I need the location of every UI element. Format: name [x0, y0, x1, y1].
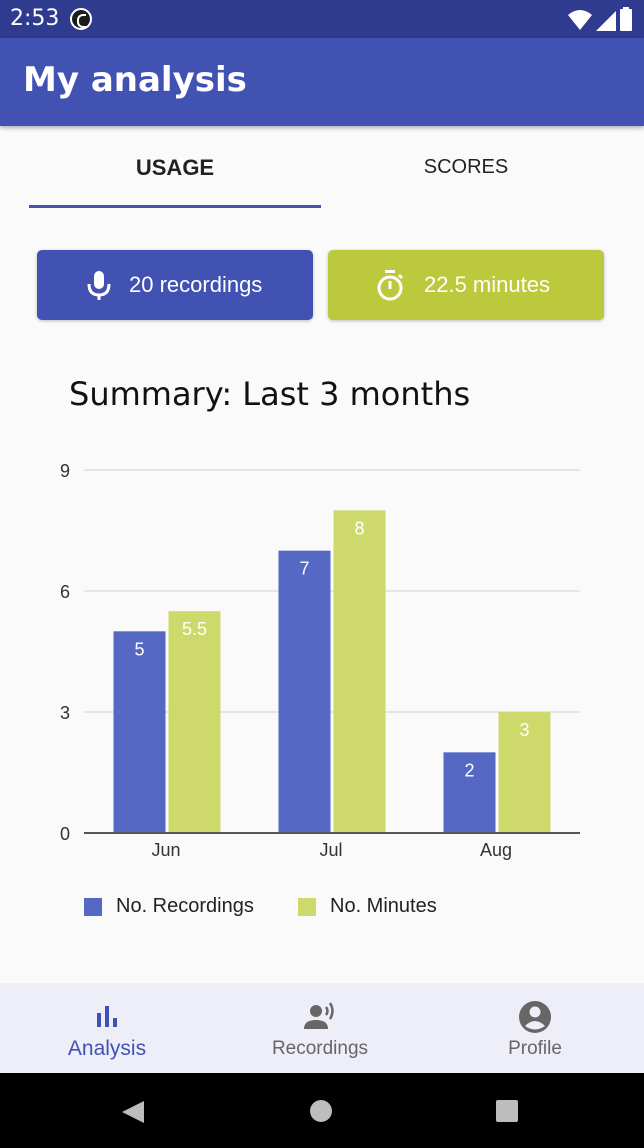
- bar-recordings: [113, 631, 166, 833]
- recordings-count-button[interactable]: 20 recordings: [37, 250, 313, 320]
- page-title: My analysis: [23, 60, 247, 100]
- legend-item-minutes: No. Minutes: [298, 895, 437, 918]
- legend-swatch-minutes: [298, 897, 316, 916]
- nav-item-analysis[interactable]: Analysis: [0, 983, 214, 1073]
- tab-scores[interactable]: SCORES: [320, 156, 612, 179]
- wifi-icon: [568, 10, 592, 30]
- nav-label-analysis: Analysis: [67, 1037, 147, 1060]
- legend-swatch-recordings: [84, 897, 102, 916]
- app-bar: My analysis: [0, 38, 644, 126]
- tab-usage[interactable]: USAGE: [29, 155, 321, 181]
- legend-label-minutes: No. Minutes: [330, 895, 437, 917]
- nav-label-profile: Profile: [508, 1038, 562, 1059]
- system-navigation-bar: [0, 1073, 644, 1148]
- bottom-navigation: Analysis Recordings Profile: [0, 983, 644, 1073]
- status-icons: [568, 7, 632, 31]
- nav-label-recordings: Recordings: [271, 1038, 369, 1059]
- y-tick-label: 3: [60, 703, 70, 723]
- legend-item-recordings: No. Recordings: [84, 895, 254, 918]
- bar-value-label: 8: [354, 518, 364, 538]
- back-icon[interactable]: [120, 1099, 146, 1125]
- bar-value-label: 5: [134, 639, 144, 659]
- bar-minutes: [168, 611, 221, 833]
- voice-recording-icon: [304, 1002, 334, 1029]
- timer-icon: [377, 270, 404, 301]
- tab-bar: USAGE SCORES: [0, 126, 644, 210]
- nav-item-recordings[interactable]: Recordings: [213, 983, 427, 1073]
- legend-label-recordings: No. Recordings: [116, 895, 254, 917]
- minutes-total-button[interactable]: 22.5 minutes: [328, 250, 604, 320]
- status-time: 2:53: [10, 6, 60, 31]
- x-tick-label: Aug: [480, 840, 512, 860]
- y-tick-label: 6: [60, 582, 70, 602]
- battery-icon: [620, 7, 632, 31]
- cell-signal-icon: [596, 11, 616, 31]
- chart-title: Summary: Last 3 months: [69, 375, 471, 413]
- y-tick-label: 0: [60, 824, 70, 844]
- x-tick-label: Jul: [319, 840, 342, 860]
- bar-recordings: [278, 550, 331, 833]
- bar-value-label: 5.5: [182, 619, 207, 639]
- bar-value-label: 3: [519, 720, 529, 740]
- account-circle-icon: [519, 1001, 551, 1033]
- minutes-total-label: 22.5 minutes: [424, 272, 550, 297]
- bar-minutes: [333, 510, 386, 833]
- status-bar: 2:53: [0, 0, 644, 38]
- y-tick-label: 9: [60, 461, 70, 481]
- bar-value-label: 7: [299, 559, 309, 579]
- microphone-icon: [87, 271, 111, 300]
- x-tick-label: Jun: [151, 840, 180, 860]
- summary-bar-chart: 0 3 6 9 5 7 2 5.5 8 3 Jun Jul Aug: [60, 461, 580, 860]
- bar-value-label: 2: [464, 760, 474, 780]
- bar-chart-icon: [97, 1006, 117, 1027]
- nav-item-profile[interactable]: Profile: [428, 983, 642, 1073]
- recordings-count-label: 20 recordings: [129, 272, 263, 297]
- home-icon[interactable]: [309, 1099, 333, 1123]
- recent-apps-icon[interactable]: [495, 1099, 519, 1123]
- notification-icon: [70, 8, 92, 30]
- tab-indicator: [29, 205, 321, 208]
